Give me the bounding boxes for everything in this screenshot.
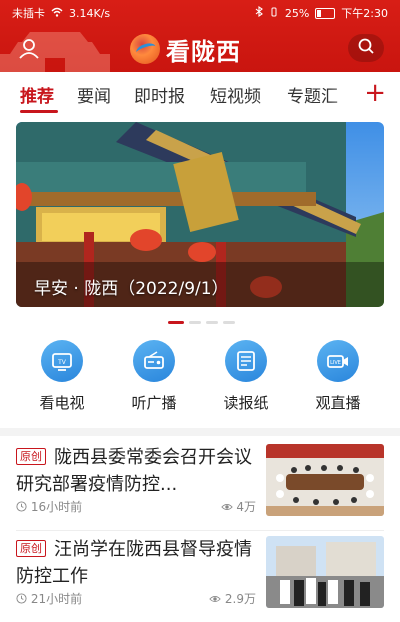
carousel-dot [223, 321, 235, 324]
read-newspaper-label: 读报纸 [223, 394, 269, 412]
banner-caption: 早安 · 陇西（2022/9/1） [34, 279, 229, 299]
banner-carousel[interactable]: 早安 · 陇西（2022/9/1） [16, 122, 384, 307]
eye-icon [209, 596, 221, 602]
search-icon [357, 37, 375, 59]
svg-text:LIVE: LIVE [330, 360, 341, 366]
tab-recommend[interactable]: 推荐 [20, 82, 54, 107]
carousel-indicator [168, 321, 235, 324]
news-views: 4万 [220, 498, 256, 515]
status-bar: 未插卡 3.14K/s 25% 下午2:30 [0, 0, 400, 24]
user-icon[interactable] [16, 36, 42, 62]
vibrate-icon [269, 7, 279, 20]
app-header: 未插卡 3.14K/s 25% 下午2:30 看陇西 [0, 0, 400, 72]
tab-instant-news[interactable]: 即时报 [134, 82, 185, 107]
network-speed: 3.14K/s [69, 6, 111, 20]
read-newspaper-entry[interactable]: 读报纸 [206, 340, 286, 413]
news-time: 16小时前 [16, 498, 82, 515]
news-title: 原创 汪尚学在陇西县督导疫情防控工作 [16, 536, 256, 590]
tv-icon: TV [41, 340, 83, 382]
original-badge: 原创 [16, 540, 46, 557]
add-channel-button[interactable]: + [364, 78, 386, 108]
watch-tv-entry[interactable]: TV 看电视 [22, 340, 102, 413]
app-name: 看陇西 [166, 37, 241, 66]
news-views-text: 4万 [236, 500, 256, 514]
listen-radio-entry[interactable]: 听广播 [114, 340, 194, 413]
listen-radio-label: 听广播 [131, 394, 177, 412]
clock-icon [16, 501, 27, 512]
battery-percent: 25% [284, 6, 310, 20]
battery-icon [315, 7, 336, 19]
news-title: 原创 陇西县委常委会召开会议 研究部署疫情防控... [16, 444, 256, 498]
news-item[interactable]: 原创 陇西县委常委会召开会议 研究部署疫情防控... 16小时前 4万 [16, 438, 384, 530]
carousel-dot [168, 321, 184, 324]
logo-globe-icon [130, 34, 160, 64]
carousel-dot [189, 321, 201, 324]
news-views-text: 2.9万 [224, 592, 256, 606]
radio-icon [133, 340, 175, 382]
watch-live-entry[interactable]: LIVE 观直播 [298, 340, 378, 413]
live-camera-icon: LIVE [317, 340, 359, 382]
news-title-text: 陇西县委常委会召开会议 研究部署疫情防控... [16, 447, 252, 495]
news-item[interactable]: 原创 汪尚学在陇西县督导疫情防控工作 21小时前 2.9万 [16, 530, 384, 622]
newspaper-icon [225, 340, 267, 382]
clock-icon [16, 593, 27, 604]
clock-time: 下午2:30 [341, 7, 388, 20]
tab-fade [330, 72, 360, 118]
news-views: 2.9万 [209, 590, 256, 607]
carrier-text: 未插卡 [12, 7, 45, 20]
channel-tabs: 推荐 要闻 即时报 短视频 专题汇 + [0, 72, 400, 118]
watch-tv-label: 看电视 [39, 394, 85, 412]
original-badge: 原创 [16, 448, 46, 465]
watch-live-label: 观直播 [315, 394, 361, 412]
eye-icon [220, 504, 233, 510]
news-time-text: 16小时前 [30, 500, 83, 514]
app-logo: 看陇西 [130, 33, 241, 66]
top-navigation-bar: 看陇西 [0, 28, 400, 68]
quick-entry-grid: TV 看电视 听广播 读报纸 LIVE 观直播 [0, 340, 400, 420]
bluetooth-icon [255, 5, 263, 20]
section-divider [0, 428, 400, 436]
tab-short-video[interactable]: 短视频 [210, 82, 261, 107]
wifi-icon [51, 7, 63, 20]
tab-headlines[interactable]: 要闻 [77, 82, 111, 107]
svg-text:TV: TV [57, 359, 67, 366]
news-thumbnail [266, 536, 384, 608]
search-button[interactable] [348, 34, 384, 62]
news-title-text: 汪尚学在陇西县督导疫情防控工作 [16, 539, 252, 587]
news-thumbnail [266, 444, 384, 516]
carousel-dot [206, 321, 218, 324]
news-time-text: 21小时前 [30, 592, 83, 606]
news-time: 21小时前 [16, 590, 82, 607]
active-tab-indicator [20, 110, 58, 113]
